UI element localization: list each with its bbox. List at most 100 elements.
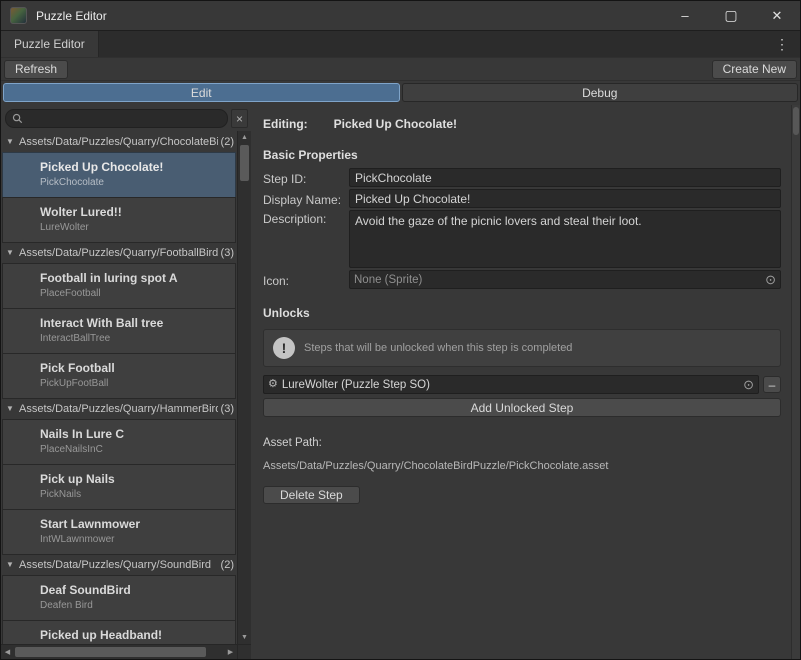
step-item-id: Deafen Bird — [40, 600, 229, 611]
content: × ▼Assets/Data/Puzzles/Quarry/ChocolateB… — [1, 105, 800, 659]
step-item-id: PickChocolate — [40, 177, 229, 188]
group-path: Assets/Data/Puzzles/Quarry/HammerBirdPuz… — [19, 403, 218, 415]
group-path: Assets/Data/Puzzles/Quarry/SoundBird — [19, 559, 218, 571]
search-icon — [12, 113, 23, 124]
minimize-button[interactable]: – — [662, 1, 708, 30]
info-icon: ! — [273, 337, 295, 359]
step-item-id: LureWolter — [40, 222, 229, 233]
unlocked-step-row: ⚙ LureWolter (Puzzle Step SO) ⊙ – — [263, 375, 781, 394]
unlocked-step-object-field[interactable]: ⚙ LureWolter (Puzzle Step SO) ⊙ — [263, 375, 759, 394]
group-path: Assets/Data/Puzzles/Quarry/ChocolateBird… — [19, 136, 218, 148]
create-new-button[interactable]: Create New — [712, 60, 797, 79]
app-icon — [10, 7, 27, 24]
step-item-title: Wolter Lured!! — [40, 205, 229, 219]
tab-debug[interactable]: Debug — [402, 83, 799, 102]
scroll-up-icon[interactable]: ▲ — [238, 131, 251, 144]
step-list-item[interactable]: Picked up Headband! — [2, 620, 236, 644]
step-item-id: PlaceNailsInC — [40, 444, 229, 455]
object-picker-icon[interactable]: ⊙ — [743, 378, 754, 391]
group-header[interactable]: ▼Assets/Data/Puzzles/Quarry/FootballBird… — [1, 242, 237, 263]
step-list-sidebar: × ▼Assets/Data/Puzzles/Quarry/ChocolateB… — [1, 105, 251, 659]
panel-scroll-thumb[interactable] — [793, 107, 799, 135]
scroll-left-icon[interactable]: ◀ — [1, 645, 14, 659]
description-textarea[interactable]: Avoid the gaze of the picnic lovers and … — [349, 210, 781, 268]
step-id-label: Step ID: — [263, 170, 349, 186]
step-item-id: PickUpFootBall — [40, 378, 229, 389]
remove-unlocked-step-button[interactable]: – — [763, 376, 781, 393]
foldout-arrow-icon[interactable]: ▼ — [6, 404, 16, 413]
add-unlocked-step-button[interactable]: Add Unlocked Step — [263, 398, 781, 417]
search-clear-button[interactable]: × — [231, 109, 248, 128]
group-count: (3) — [221, 403, 234, 415]
list-wrap: ▼Assets/Data/Puzzles/Quarry/ChocolateBir… — [1, 131, 251, 644]
vertical-scroll-track[interactable] — [238, 144, 251, 631]
group-count: (2) — [221, 136, 234, 148]
step-item-id: PickNails — [40, 489, 229, 500]
search-row: × — [1, 105, 251, 131]
group-header[interactable]: ▼Assets/Data/Puzzles/Quarry/HammerBirdPu… — [1, 398, 237, 419]
search-field[interactable] — [5, 109, 228, 128]
step-list-item[interactable]: Nails In Lure CPlaceNailsInC — [2, 419, 236, 465]
horizontal-scroll-track[interactable] — [14, 645, 224, 659]
display-name-input[interactable] — [349, 189, 781, 208]
group-path: Assets/Data/Puzzles/Quarry/FootballBirdP… — [19, 247, 218, 259]
unlocked-step-value: LureWolter (Puzzle Step SO) — [282, 379, 739, 391]
step-list-item[interactable]: Pick up Nails PickNails — [2, 464, 236, 510]
step-item-title: Football in luring spot A — [40, 271, 229, 285]
close-button[interactable]: ✕ — [754, 1, 800, 30]
scroll-corner — [237, 645, 251, 659]
search-input[interactable] — [27, 113, 221, 125]
vertical-scroll-thumb[interactable] — [240, 145, 249, 181]
titlebar[interactable]: Puzzle Editor – ▢ ✕ — [1, 1, 800, 31]
maximize-button[interactable]: ▢ — [708, 1, 754, 30]
scroll-down-icon[interactable]: ▼ — [238, 631, 251, 644]
list-vertical-scrollbar[interactable]: ▲ ▼ — [237, 131, 251, 644]
editing-step-name: Picked Up Chocolate! — [334, 117, 457, 131]
group-header[interactable]: ▼Assets/Data/Puzzles/Quarry/ChocolateBir… — [1, 131, 237, 152]
step-item-id: InteractBallTree — [40, 333, 229, 344]
step-item-title: Picked Up Chocolate! — [40, 160, 229, 174]
step-item-title: Picked up Headband! — [40, 628, 229, 642]
refresh-button[interactable]: Refresh — [4, 60, 68, 79]
step-list-item[interactable]: Picked Up Chocolate! PickChocolate — [2, 152, 236, 198]
asset-path-label: Asset Path: — [263, 437, 781, 449]
icon-field-value: None (Sprite) — [354, 274, 761, 286]
basic-properties-title: Basic Properties — [263, 148, 781, 162]
step-item-title: Pick Football — [40, 361, 229, 375]
editing-header: Editing: Picked Up Chocolate! — [263, 117, 781, 131]
step-item-title: Pick up Nails — [40, 472, 229, 486]
unlocks-help-box: ! Steps that will be unlocked when this … — [263, 329, 781, 367]
icon-object-field[interactable]: None (Sprite) ⊙ — [349, 270, 781, 289]
step-list-item[interactable]: Deaf SoundBirdDeafen Bird — [2, 575, 236, 621]
puzzle-editor-window: Puzzle Editor – ▢ ✕ Puzzle Editor ⋮ Refr… — [0, 0, 801, 660]
step-id-input[interactable] — [349, 168, 781, 187]
step-item-title: Start Lawnmower — [40, 517, 229, 531]
step-list-item[interactable]: Football in luring spot A PlaceFootball — [2, 263, 236, 309]
step-list-item[interactable]: Start LawnmowerIntWLawnmower — [2, 509, 236, 555]
horizontal-scroll-thumb[interactable] — [15, 647, 206, 657]
description-label: Description: — [263, 210, 349, 226]
scroll-right-icon[interactable]: ▶ — [224, 645, 237, 659]
kebab-menu-icon[interactable]: ⋮ — [771, 35, 793, 53]
icon-label: Icon: — [263, 272, 349, 288]
editor-tab-strip: Puzzle Editor ⋮ — [1, 31, 800, 58]
step-item-id: PlaceFootball — [40, 288, 229, 299]
toolbar: Refresh Create New — [1, 58, 800, 81]
step-list-item[interactable]: Pick Football PickUpFootBall — [2, 353, 236, 399]
foldout-arrow-icon[interactable]: ▼ — [6, 137, 16, 146]
tab-puzzle-editor[interactable]: Puzzle Editor — [1, 31, 99, 57]
step-list: ▼Assets/Data/Puzzles/Quarry/ChocolateBir… — [1, 131, 237, 644]
group-header[interactable]: ▼Assets/Data/Puzzles/Quarry/SoundBird(2) — [1, 554, 237, 575]
list-horizontal-scrollbar[interactable]: ◀ ▶ — [1, 645, 237, 659]
tab-edit[interactable]: Edit — [3, 83, 400, 102]
editing-label: Editing: — [263, 117, 308, 131]
scriptable-object-icon: ⚙ — [268, 379, 278, 390]
foldout-arrow-icon[interactable]: ▼ — [6, 248, 16, 257]
display-name-label: Display Name: — [263, 191, 349, 207]
foldout-arrow-icon[interactable]: ▼ — [6, 560, 16, 569]
panel-vertical-scrollbar[interactable] — [791, 105, 800, 659]
object-picker-icon[interactable]: ⊙ — [765, 273, 776, 286]
step-list-item[interactable]: Interact With Ball treeInteractBallTree — [2, 308, 236, 354]
delete-step-button[interactable]: Delete Step — [263, 486, 360, 504]
step-list-item[interactable]: Wolter Lured!! LureWolter — [2, 197, 236, 243]
